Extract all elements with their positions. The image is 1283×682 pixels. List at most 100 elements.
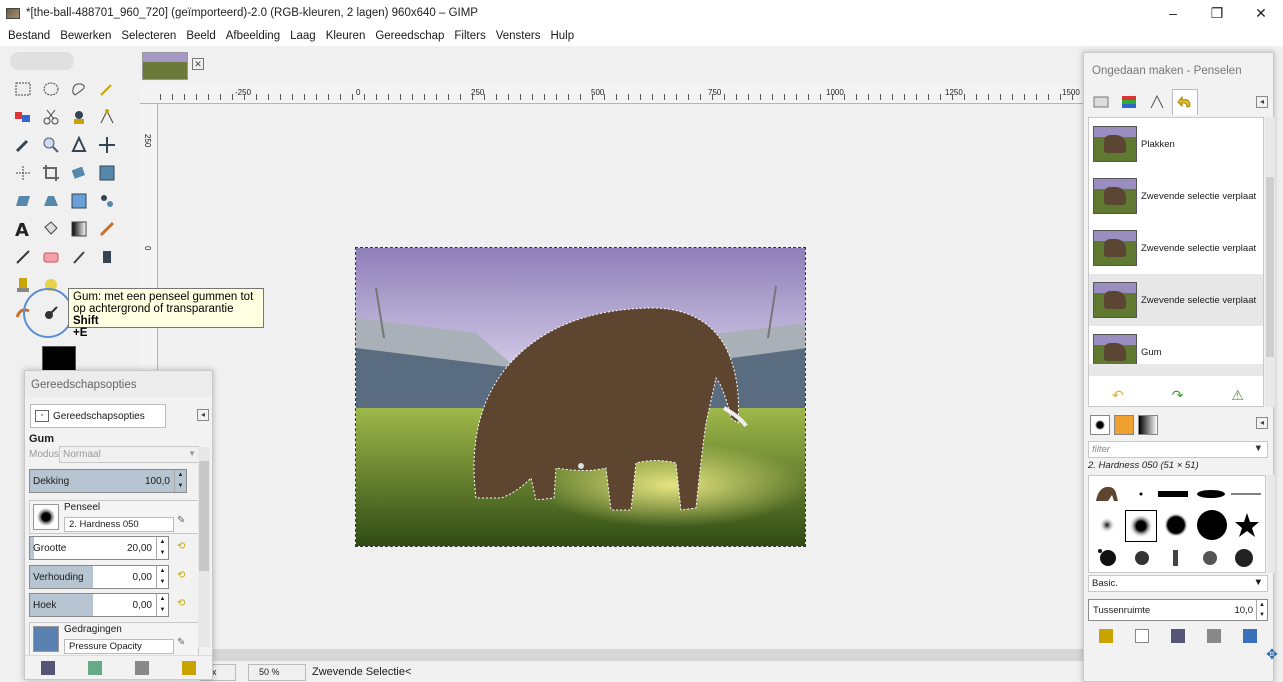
gradient-icon[interactable] [68, 218, 90, 240]
airbrush-icon[interactable] [68, 246, 90, 268]
refresh-brushes-icon[interactable] [1243, 629, 1257, 643]
shear-icon[interactable] [12, 190, 34, 212]
edit-dynamics-icon[interactable]: ✎ [177, 637, 191, 651]
undo-item[interactable]: Zwevende selectie verplaat [1089, 170, 1263, 222]
brush-soft-small-icon[interactable] [1093, 510, 1121, 540]
cage-transform-icon[interactable] [96, 190, 118, 212]
crop-icon[interactable] [40, 162, 62, 184]
rotate-icon[interactable] [68, 162, 90, 184]
new-brush-icon[interactable] [1135, 629, 1149, 643]
minimize-button[interactable]: – [1151, 0, 1195, 26]
opacity-spinner[interactable]: ▲ ▼ [174, 470, 186, 492]
brush-splatter-icon[interactable] [1093, 544, 1123, 572]
tab-tool-options[interactable]: ▫ Gereedschapsopties [30, 404, 166, 428]
delete-brush-icon[interactable] [1207, 629, 1221, 643]
opacity-slider[interactable]: Dekking 100,0 ▲ ▼ [29, 469, 187, 493]
dock-menu-icon[interactable]: ◂ [1256, 96, 1268, 108]
reset-options-icon[interactable] [181, 660, 196, 675]
foreground-select-icon[interactable] [68, 106, 90, 128]
brush-line-icon[interactable] [1229, 480, 1263, 508]
image-canvas[interactable] [355, 247, 806, 547]
menu-laag[interactable]: Laag [290, 30, 316, 42]
dynamics-name-field[interactable]: Pressure Opacity [64, 639, 174, 654]
horizontal-scrollbar[interactable] [208, 649, 1083, 661]
ratio-spinner[interactable]: ▲ ▼ [156, 566, 168, 588]
delete-options-icon[interactable] [134, 660, 149, 675]
menu-kleuren[interactable]: Kleuren [326, 30, 366, 42]
tool-options-scrollbar[interactable] [198, 447, 210, 647]
flip-icon[interactable] [68, 190, 90, 212]
menu-hulp[interactable]: Hulp [550, 30, 574, 42]
close-button[interactable]: ✕ [1239, 0, 1283, 26]
reset-angle-icon[interactable]: ⟲ [177, 598, 191, 612]
bucket-fill-icon[interactable] [40, 218, 62, 240]
brush-hardness-050-icon[interactable] [1125, 510, 1157, 542]
scissors-icon[interactable] [40, 106, 62, 128]
undo-icon[interactable]: ↶ [1112, 387, 1124, 404]
ratio-slider[interactable]: Verhouding 0,00 ▲ ▼ [29, 565, 169, 589]
menu-selecteren[interactable]: Selecteren [121, 30, 176, 42]
ink-icon[interactable] [96, 246, 118, 268]
perspective-icon[interactable] [40, 190, 62, 212]
rect-select-icon[interactable] [12, 78, 34, 100]
undo-hscrollbar[interactable] [1089, 364, 1263, 376]
menu-filters[interactable]: Filters [454, 30, 485, 42]
color-picker-icon[interactable] [12, 134, 34, 156]
edit-brush-icon[interactable]: ✎ [177, 515, 191, 529]
angle-slider[interactable]: Hoek 0,00 ▲ ▼ [29, 593, 169, 617]
reset-size-icon[interactable]: ⟲ [177, 541, 191, 555]
menu-bewerken[interactable]: Bewerken [60, 30, 111, 42]
spacing-slider[interactable]: Tussenruimte 10,0 ▲ ▼ [1088, 599, 1268, 621]
align-icon[interactable] [12, 162, 34, 184]
undo-item[interactable]: Plakken [1089, 118, 1263, 170]
menu-bestand[interactable]: Bestand [8, 30, 50, 42]
undo-item[interactable]: Zwevende selectie verplaat [1089, 274, 1263, 326]
clear-history-icon[interactable]: ⚠ [1231, 387, 1244, 404]
brush-texture-icon[interactable] [1127, 544, 1157, 572]
brush-filter-input[interactable]: filter ▼ [1088, 441, 1268, 458]
tab-channels-icon[interactable] [1116, 89, 1142, 115]
zoom-select[interactable]: 50 % [248, 663, 306, 681]
size-spinner[interactable]: ▲ ▼ [156, 537, 168, 559]
text-icon[interactable]: A [12, 218, 34, 240]
save-options-icon[interactable] [41, 660, 56, 675]
brush-set-select[interactable]: Basic. ▼ [1088, 575, 1268, 592]
tab-undo-history-icon[interactable] [1172, 89, 1198, 115]
dynamics-icon[interactable] [33, 626, 59, 652]
brush-ellipse-icon[interactable] [1193, 480, 1229, 508]
size-slider[interactable]: Grootte 20,00 ▲ ▼ [29, 536, 169, 560]
menu-beeld[interactable]: Beeld [186, 30, 215, 42]
brush-block-icon[interactable] [1155, 480, 1191, 508]
menu-gereedschap[interactable]: Gereedschap [375, 30, 444, 42]
redo-icon[interactable]: ↷ [1172, 387, 1184, 404]
brush-hardness-075-icon[interactable] [1161, 510, 1191, 540]
brush-hardness-100-icon[interactable] [1195, 508, 1229, 542]
tab-patterns-icon[interactable] [1114, 415, 1134, 435]
angle-spinner[interactable]: ▲ ▼ [156, 594, 168, 616]
tab-gradients-icon[interactable] [1138, 415, 1158, 435]
clone-icon[interactable] [12, 274, 34, 296]
brush-grid-scrollbar[interactable] [1267, 475, 1275, 573]
scale-icon[interactable] [96, 162, 118, 184]
ellipse-select-icon[interactable] [40, 78, 62, 100]
undo-vscrollbar[interactable] [1265, 117, 1275, 407]
tab-layers-icon[interactable] [1088, 89, 1114, 115]
free-select-icon[interactable] [68, 78, 90, 100]
paths-icon[interactable] [96, 106, 118, 128]
brush-preview-icon[interactable] [33, 504, 59, 530]
undo-item[interactable]: Zwevende selectie verplaat [1089, 222, 1263, 274]
menu-afbeelding[interactable]: Afbeelding [226, 30, 280, 42]
brush-dot-icon[interactable] [1127, 480, 1155, 508]
reset-ratio-icon[interactable]: ⟲ [177, 570, 191, 584]
restore-options-icon[interactable] [88, 660, 103, 675]
duplicate-brush-icon[interactable] [1171, 629, 1185, 643]
close-icon[interactable]: ✕ [192, 58, 204, 70]
dock-menu-icon[interactable]: ◂ [1256, 417, 1268, 429]
brush-acrylic-icon[interactable] [1195, 544, 1225, 572]
zoom-icon[interactable] [40, 134, 62, 156]
mode-select[interactable]: Normaal ▼ [59, 446, 199, 463]
brush-grunge-icon[interactable] [1161, 544, 1191, 572]
pencil-icon[interactable] [96, 218, 118, 240]
tab-paths-icon[interactable] [1144, 89, 1170, 115]
move-icon[interactable] [96, 134, 118, 156]
